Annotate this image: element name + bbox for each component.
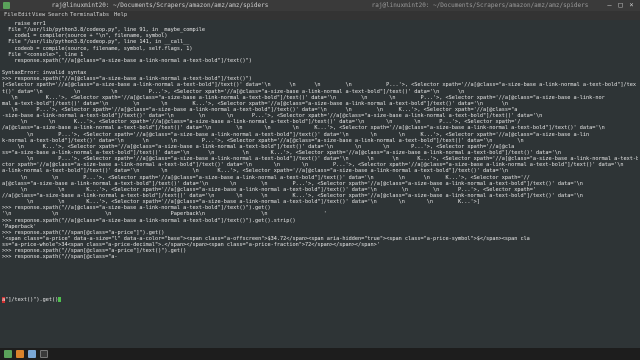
taskbar	[0, 348, 640, 360]
close-icon[interactable]: ×	[628, 2, 635, 9]
terminal-output[interactable]: raise err1 File "/usr/lib/python3.8/code…	[0, 20, 640, 348]
minimize-icon[interactable]: –	[606, 2, 613, 9]
menu-bar: File Edit View Search Terminal Tabs Help	[0, 11, 640, 20]
menu-terminal[interactable]: Terminal	[69, 11, 98, 20]
terminal-line: \n P...'>, <Selector xpath='//a[@class="…	[2, 131, 590, 138]
menu-icon[interactable]	[4, 350, 12, 358]
terminal-line: \n K...'>, <Selector xpath='//a[@class="…	[2, 94, 605, 101]
window-title-secondary: raj@linuxmint20: ~/Documents/Scrapers/am…	[371, 2, 589, 9]
menu-tabs[interactable]: Tabs	[95, 11, 110, 20]
menu-search[interactable]: Search	[47, 11, 69, 20]
browser-icon[interactable]	[16, 350, 24, 358]
menu-help[interactable]: Help	[113, 11, 128, 20]
terminal-icon[interactable]	[40, 350, 48, 358]
menu-view[interactable]: View	[31, 11, 46, 20]
menu-edit[interactable]: Edit	[17, 11, 32, 20]
terminal-lines: raise err1 File "/usr/lib/python3.8/code…	[2, 21, 638, 304]
terminal-line: [<Selector xpath='//a[@class="a-size-bas…	[2, 82, 636, 89]
prompt-tail: "]/text()").get()	[5, 297, 59, 304]
terminal-line: /a[@class="a-size-base a-link-normal a-t…	[2, 125, 605, 132]
terminal-line: a[@class="a-size-base a-link-normal a-te…	[2, 180, 583, 187]
text-cursor	[58, 297, 62, 303]
window-title: raj@linuxmint20: ~/Documents/Scrapers/am…	[51, 2, 269, 9]
maximize-icon[interactable]: □	[617, 2, 624, 9]
terminal-prompt-line[interactable]: a"]/text()").get()	[2, 297, 638, 304]
terminal-window: raj@linuxmint20: ~/Documents/Scrapers/am…	[0, 0, 640, 360]
title-bar: raj@linuxmint20: ~/Documents/Scrapers/am…	[0, 0, 640, 11]
menu-file[interactable]: File	[3, 11, 18, 20]
files-icon[interactable]	[28, 350, 36, 358]
